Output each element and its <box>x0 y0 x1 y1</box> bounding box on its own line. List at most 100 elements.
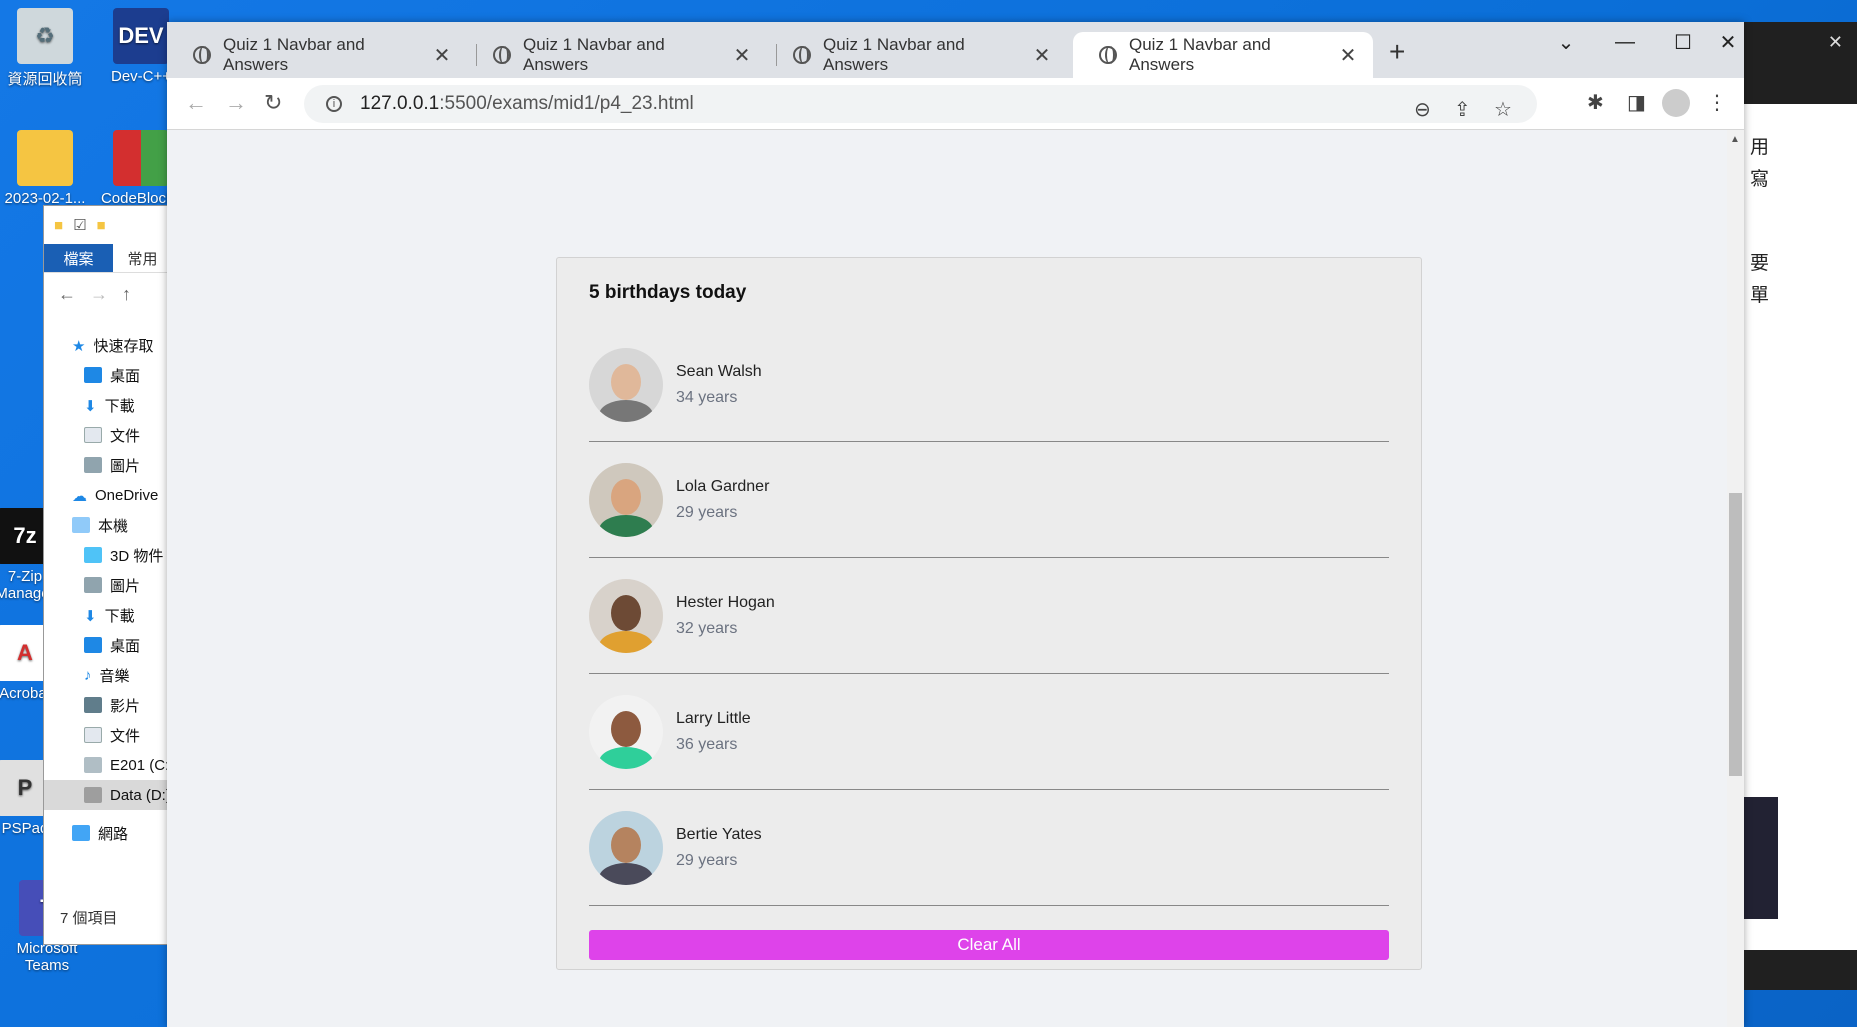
page-scrollbar[interactable]: ▲ <box>1727 130 1744 1027</box>
url-path: :5500/exams/mid1/p4_23.html <box>439 93 694 114</box>
globe-icon <box>493 46 511 64</box>
person-age: 34 years <box>676 388 738 406</box>
tree-item[interactable]: 文件 <box>44 720 172 750</box>
document-icon <box>84 727 102 743</box>
clear-all-button[interactable]: Clear All <box>589 930 1389 960</box>
new-tab-button[interactable]: + <box>1389 36 1405 68</box>
window-close-icon[interactable]: ✕ <box>1712 22 1744 62</box>
download-icon: ⬇ <box>84 608 97 625</box>
person-age: 32 years <box>676 619 738 637</box>
music-icon: ♪ <box>84 667 92 684</box>
up-arrow-icon[interactable]: ↑ <box>122 284 131 305</box>
forward-arrow-icon[interactable]: → <box>225 90 247 116</box>
ribbon-tab-file[interactable]: 檔案 <box>44 244 113 272</box>
scroll-up-arrow-icon[interactable]: ▲ <box>1730 134 1740 145</box>
close-icon[interactable]: ✕ <box>431 43 453 68</box>
card-heading: 5 birthdays today <box>589 282 747 303</box>
tree-item[interactable]: 文件 <box>44 420 172 450</box>
birthday-card: 5 birthdays today Sean Walsh 34 years Lo <box>556 257 1422 970</box>
quick-access-toolbar: ■ ☑ ■ <box>44 206 172 244</box>
desktop-icon-label: PSPad <box>1 820 49 837</box>
computer-icon <box>72 517 90 533</box>
tree-item-quick-access[interactable]: ★ 快速存取 <box>44 330 172 360</box>
tree-item[interactable]: 圖片 <box>44 570 172 600</box>
zoom-out-icon[interactable]: ⊖ <box>1414 97 1431 122</box>
menu-kebab-icon[interactable]: ⋮ <box>1707 90 1727 115</box>
tree-item[interactable]: 3D 物件 <box>44 540 172 570</box>
avatar <box>589 810 663 885</box>
maximize-icon[interactable]: ☐ <box>1654 22 1712 62</box>
close-icon[interactable]: ✕ <box>1828 32 1843 53</box>
browser-tab[interactable]: Quiz 1 Navbar and Answers ✕ <box>767 32 1067 78</box>
properties-icon[interactable]: ☑ <box>73 216 86 234</box>
person-name: Hester Hogan <box>676 593 775 611</box>
tab-strip: Quiz 1 Navbar and Answers ✕ Quiz 1 Navba… <box>167 22 1744 78</box>
picture-icon <box>84 577 102 593</box>
reload-icon[interactable]: ↻ <box>264 90 282 116</box>
tree-item-network[interactable]: 網路 <box>44 818 172 848</box>
browser-tab[interactable]: Quiz 1 Navbar and Answers ✕ <box>167 32 467 78</box>
tree-item[interactable]: Data (D:) <box>44 780 172 810</box>
person-age: 29 years <box>676 851 738 869</box>
tree-item[interactable]: 影片 <box>44 690 172 720</box>
recycle-bin-icon[interactable]: ♻ 資源回收筒 <box>0 8 90 89</box>
address-bar[interactable]: i 127.0.0.1:5500/exams/mid1/p4_23.html ⊖… <box>304 85 1537 123</box>
profile-avatar-icon[interactable] <box>1662 89 1690 117</box>
tree-item[interactable]: E201 (C:) <box>44 750 172 780</box>
bg-text-line: 寫 <box>1750 169 1770 190</box>
tree-item[interactable]: ⬇ 下載 <box>44 390 172 420</box>
share-icon[interactable]: ⇪ <box>1454 97 1471 122</box>
globe-icon <box>793 46 811 64</box>
bookmark-star-icon[interactable]: ☆ <box>1494 97 1512 122</box>
globe-icon <box>193 46 211 64</box>
close-icon[interactable]: ✕ <box>1031 43 1053 68</box>
person-name: Larry Little <box>676 709 751 727</box>
folder-icon: ■ <box>54 216 64 234</box>
side-panel-icon[interactable]: ◨ <box>1627 90 1646 115</box>
tree-item[interactable]: ⬇ 下載 <box>44 600 172 630</box>
file-explorer-window: ■ ☑ ■ 檔案 常用 ← → ↑ ★ 快速存取 桌面 ⬇ 下載 文件 圖片 ☁ On… <box>43 205 173 945</box>
browser-tab[interactable]: Quiz 1 Navbar and Answers ✕ <box>467 32 767 78</box>
ribbon-tab-home[interactable]: 常用 <box>113 244 172 272</box>
forward-arrow-icon[interactable]: → <box>90 284 108 305</box>
bg-text-line: 單 <box>1750 285 1770 306</box>
extensions-icon[interactable]: ✱ <box>1587 90 1604 115</box>
avatar <box>589 347 663 422</box>
tree-item[interactable]: 桌面 <box>44 630 172 660</box>
close-icon[interactable]: ✕ <box>731 43 753 68</box>
drive-icon <box>84 787 102 803</box>
avatar <box>589 578 663 653</box>
site-info-icon[interactable]: i <box>326 96 342 112</box>
tree-item-this-pc[interactable]: 本機 <box>44 510 172 540</box>
tab-title: Quiz 1 Navbar and Answers <box>823 35 965 74</box>
list-item: Sean Walsh 34 years <box>589 326 1389 442</box>
tab-title: Quiz 1 Navbar and Answers <box>523 35 665 74</box>
navigation-tree: ★ 快速存取 桌面 ⬇ 下載 文件 圖片 ☁ OneDrive 本機 3D 物件 圖片… <box>44 316 172 848</box>
scrollbar-thumb[interactable] <box>1729 493 1742 776</box>
person-age: 29 years <box>676 503 738 521</box>
tree-item[interactable]: ♪ 音樂 <box>44 660 172 690</box>
list-item: Hester Hogan 32 years <box>589 558 1389 674</box>
list-item: Lola Gardner 29 years <box>589 442 1389 558</box>
browser-tab-active[interactable]: Quiz 1 Navbar and Answers ✕ <box>1073 32 1373 78</box>
tree-item[interactable]: 桌面 <box>44 360 172 390</box>
back-arrow-icon[interactable]: ← <box>58 284 76 305</box>
tab-search-icon[interactable]: ⌄ <box>1537 22 1595 62</box>
minimize-icon[interactable]: — <box>1596 22 1654 62</box>
background-window-titlebar: ✕ <box>1740 22 1857 104</box>
tree-item-onedrive[interactable]: ☁ OneDrive <box>44 480 172 510</box>
taskbar-tray <box>1744 950 1857 990</box>
back-arrow-icon[interactable]: ← <box>185 90 207 116</box>
folder-icon[interactable]: 2023-02-1... <box>0 130 90 207</box>
list-item: Larry Little 36 years <box>589 674 1389 790</box>
tab-title: Quiz 1 Navbar and Answers <box>1129 35 1271 74</box>
drive-icon <box>84 757 102 773</box>
tree-item[interactable]: 圖片 <box>44 450 172 480</box>
list-item: Bertie Yates 29 years <box>589 790 1389 906</box>
new-folder-icon[interactable]: ■ <box>97 217 106 234</box>
explorer-nav-row: ← → ↑ <box>44 272 172 316</box>
bg-text-line: 要 <box>1750 253 1770 274</box>
star-icon: ★ <box>72 338 86 355</box>
page-viewport: 5 birthdays today Sean Walsh 34 years Lo <box>167 130 1727 1027</box>
close-icon[interactable]: ✕ <box>1337 43 1359 68</box>
